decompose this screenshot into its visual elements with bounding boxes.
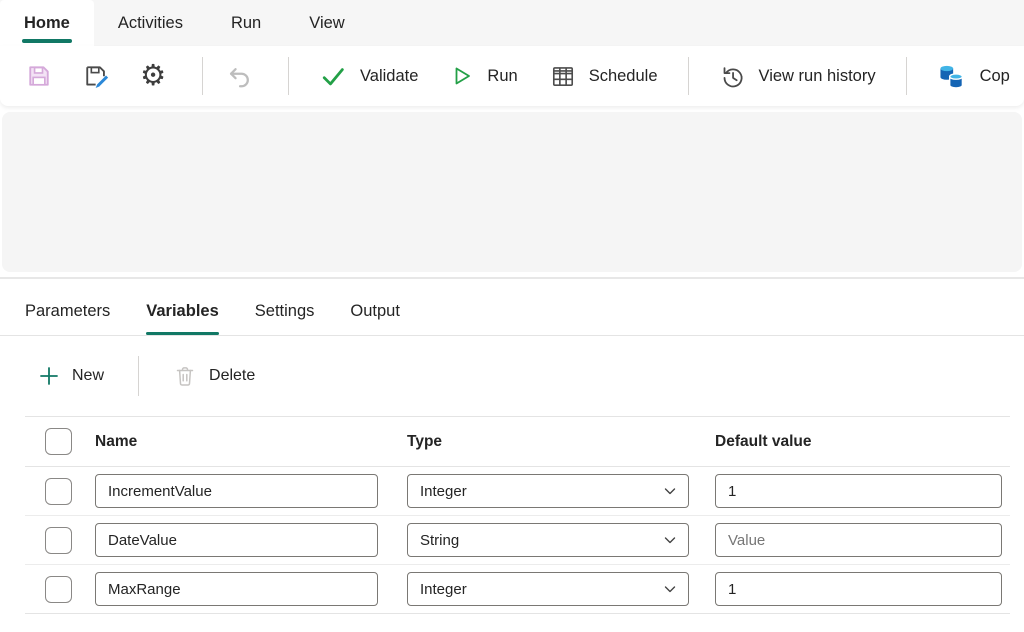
variable-type-value: String <box>420 532 459 549</box>
tab-variables[interactable]: Variables <box>146 302 218 335</box>
save-button[interactable] <box>17 54 61 98</box>
run-label: Run <box>487 67 517 86</box>
undo-button[interactable] <box>217 54 261 98</box>
variable-type-value: Integer <box>420 581 467 598</box>
save-as-icon <box>82 62 110 90</box>
table-row: Integer <box>25 467 1010 516</box>
chevron-down-icon <box>662 532 678 548</box>
undo-icon <box>226 63 253 90</box>
column-header-type: Type <box>407 433 715 451</box>
tab-run-label: Run <box>231 14 261 33</box>
table-row: String <box>25 516 1010 565</box>
tab-view[interactable]: View <box>285 0 368 46</box>
tab-settings-label: Settings <box>255 302 315 320</box>
row-checkbox[interactable] <box>45 527 72 554</box>
run-history-clock-icon <box>719 63 746 90</box>
copy-data-button[interactable]: Cop <box>921 54 1024 98</box>
table-header-row: Name Type Default value <box>25 417 1010 467</box>
validate-check-icon <box>319 62 347 90</box>
ribbon-tab-bar: Home Activities Run View <box>0 0 1024 46</box>
run-play-icon <box>450 64 474 88</box>
validate-label: Validate <box>360 67 418 86</box>
tab-run[interactable]: Run <box>207 0 285 46</box>
variable-type-select[interactable]: String <box>407 523 689 557</box>
tab-output[interactable]: Output <box>350 302 400 335</box>
tab-parameters-label: Parameters <box>25 302 110 320</box>
tab-home[interactable]: Home <box>0 0 94 46</box>
schedule-button[interactable]: Schedule <box>534 54 674 98</box>
tab-home-label: Home <box>24 14 70 33</box>
default-value-input[interactable] <box>715 523 1002 557</box>
variables-action-bar: New Delete <box>0 336 1024 416</box>
tab-variables-label: Variables <box>146 302 218 320</box>
row-checkbox[interactable] <box>45 576 72 603</box>
toolbar-divider <box>202 57 203 95</box>
schedule-calendar-icon <box>550 63 576 89</box>
toolbar-divider <box>688 57 689 95</box>
column-header-default-value: Default value <box>715 433 1010 451</box>
plus-icon <box>38 365 60 387</box>
actionbar-divider <box>138 356 139 396</box>
variable-name-input[interactable] <box>95 523 378 557</box>
default-value-input[interactable] <box>715 572 1002 606</box>
delete-variable-button[interactable]: Delete <box>163 354 265 398</box>
variable-type-value: Integer <box>420 483 467 500</box>
variables-table: Name Type Default value Integer <box>25 416 1010 614</box>
default-value-input[interactable] <box>715 474 1002 508</box>
active-panel-tab-underline <box>146 332 218 335</box>
tab-settings[interactable]: Settings <box>255 302 315 335</box>
pipeline-canvas[interactable] <box>2 112 1022 272</box>
configuration-panel: Parameters Variables Settings Output New <box>0 279 1024 614</box>
settings-button[interactable]: ⚙ <box>131 54 175 98</box>
tab-activities[interactable]: Activities <box>94 0 207 46</box>
tab-parameters[interactable]: Parameters <box>25 302 110 335</box>
variable-type-select[interactable]: Integer <box>407 572 689 606</box>
validate-button[interactable]: Validate <box>303 54 434 98</box>
toolbar-divider <box>906 57 907 95</box>
new-variable-label: New <box>72 367 104 385</box>
active-tab-underline <box>22 39 72 43</box>
panel-tab-bar: Parameters Variables Settings Output <box>0 279 1024 336</box>
settings-gear-icon: ⚙ <box>140 62 166 91</box>
tab-activities-label: Activities <box>118 14 183 33</box>
save-as-button[interactable] <box>74 54 118 98</box>
copy-data-label: Cop <box>980 67 1010 86</box>
column-header-name: Name <box>95 433 407 451</box>
chevron-down-icon <box>662 581 678 597</box>
table-row: Integer <box>25 565 1010 614</box>
variable-name-input[interactable] <box>95 572 378 606</box>
view-run-history-button[interactable]: View run history <box>703 54 892 98</box>
view-run-history-label: View run history <box>759 67 876 86</box>
delete-variable-label: Delete <box>209 367 255 385</box>
tab-view-label: View <box>309 14 344 33</box>
copy-data-database-icon <box>937 62 967 90</box>
toolbar: ⚙ Validate Run <box>0 46 1024 106</box>
schedule-label: Schedule <box>589 67 658 86</box>
run-button[interactable]: Run <box>434 54 533 98</box>
toolbar-divider <box>288 57 289 95</box>
row-checkbox[interactable] <box>45 478 72 505</box>
trash-icon <box>173 364 197 388</box>
variable-type-select[interactable]: Integer <box>407 474 689 508</box>
variable-name-input[interactable] <box>95 474 378 508</box>
chevron-down-icon <box>662 483 678 499</box>
save-icon <box>25 62 53 90</box>
select-all-checkbox[interactable] <box>45 428 72 455</box>
tab-output-label: Output <box>350 302 400 320</box>
new-variable-button[interactable]: New <box>28 354 114 398</box>
